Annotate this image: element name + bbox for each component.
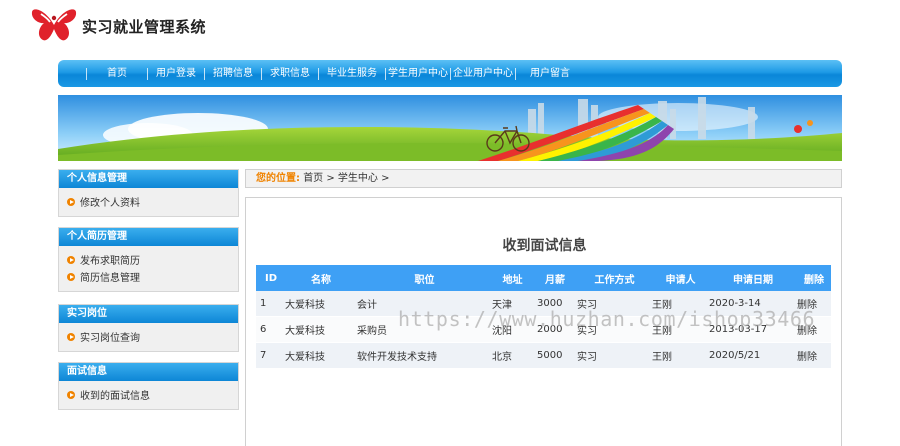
column-header: 地址 xyxy=(502,274,523,286)
arrow-bullet-icon xyxy=(67,255,75,264)
nav-company-center[interactable]: 企业用户中心 xyxy=(451,60,515,87)
sidebar-section-title: 个人信息管理 xyxy=(59,170,238,188)
sidebar-section-title: 个人简历管理 xyxy=(59,228,238,246)
sidebar-section-title: 实习岗位 xyxy=(59,305,238,323)
page-title: 收到面试信息 xyxy=(502,238,587,254)
sidebar-link-label: 收到的面试信息 xyxy=(80,391,150,402)
nav-recruitment[interactable]: 招聘信息 xyxy=(205,60,261,87)
column-header: 工作方式 xyxy=(594,274,635,286)
sidebar-link-post-resume[interactable]: 发布求职简历 xyxy=(67,251,238,268)
nav-graduate-service[interactable]: 毕业生服务 xyxy=(319,60,385,87)
cell-apply-date: 2013-03-17 xyxy=(709,324,768,335)
cell-id: 7 xyxy=(260,350,267,361)
delete-link[interactable]: 删除 xyxy=(797,296,831,311)
nav-login[interactable]: 用户登录 xyxy=(148,60,204,87)
cell-address: 沈阳 xyxy=(492,326,512,337)
cell-work-type: 实习 xyxy=(577,300,597,311)
cell-applicant: 王刚 xyxy=(652,300,672,311)
cell-applicant: 王刚 xyxy=(652,352,672,363)
table-header: ID 名称 职位 地址 月薪 工作方式 申请人 申请日期 删除 xyxy=(256,265,831,291)
site-logo-icon xyxy=(31,9,77,41)
column-header: ID xyxy=(265,272,278,284)
cell-position: 会计 xyxy=(357,300,377,311)
cell-position: 采购员 xyxy=(357,326,387,337)
column-header: 月薪 xyxy=(545,274,565,286)
main-content: 收到面试信息 ID 名称 职位 地址 月薪 工作方式 申请人 申请日期 删除 1… xyxy=(245,197,842,446)
sidebar-link-received-interviews[interactable]: 收到的面试信息 xyxy=(67,386,238,403)
nav-job-seeking[interactable]: 求职信息 xyxy=(262,60,318,87)
sidebar-link-label: 发布求职简历 xyxy=(80,256,140,267)
column-header: 职位 xyxy=(414,274,435,286)
cell-salary: 3000 xyxy=(537,298,563,309)
arrow-bullet-icon xyxy=(67,332,75,341)
arrow-bullet-icon xyxy=(67,272,75,281)
nav-home[interactable]: 首页 xyxy=(87,60,147,87)
column-header: 申请人 xyxy=(665,274,696,286)
sidebar-link-manage-resume[interactable]: 简历信息管理 xyxy=(67,268,238,285)
sidebar-section-resume: 个人简历管理 发布求职简历 简历信息管理 xyxy=(58,227,239,292)
delete-link[interactable]: 删除 xyxy=(797,322,831,337)
sidebar-section-title: 面试信息 xyxy=(59,363,238,381)
cell-apply-date: 2020-3-14 xyxy=(709,298,761,309)
sidebar-section-internship: 实习岗位 实习岗位查询 xyxy=(58,304,239,352)
cell-company: 大爱科技 xyxy=(285,326,325,337)
delete-link[interactable]: 删除 xyxy=(797,348,831,363)
main-nav: 首页 用户登录 招聘信息 求职信息 毕业生服务 学生用户中心 企业用户中心 用户… xyxy=(58,60,842,87)
table-row: 6 大爱科技 采购员 沈阳 2000 实习 王刚 2013-03-17 删除 xyxy=(256,317,831,343)
nav-messages[interactable]: 用户留言 xyxy=(516,60,584,87)
cell-apply-date: 2020/5/21 xyxy=(709,350,761,361)
nav-student-center[interactable]: 学生用户中心 xyxy=(386,60,450,87)
interview-table: ID 名称 职位 地址 月薪 工作方式 申请人 申请日期 删除 1 大爱科技 会… xyxy=(256,265,831,369)
sidebar-section-profile: 个人信息管理 修改个人资料 xyxy=(58,169,239,217)
column-header: 删除 xyxy=(804,274,824,286)
breadcrumb: 您的位置: 首页 > 学生中心 > xyxy=(245,169,842,188)
cell-id: 6 xyxy=(260,324,267,335)
cell-work-type: 实习 xyxy=(577,352,597,363)
sidebar-link-internship-search[interactable]: 实习岗位查询 xyxy=(67,328,238,345)
breadcrumb-path: 首页 > 学生中心 > xyxy=(303,173,390,184)
table-row: 7 大爱科技 软件开发技术支持 北京 5000 实习 王刚 2020/5/21 … xyxy=(256,343,831,369)
column-header: 申请日期 xyxy=(733,274,773,286)
cell-id: 1 xyxy=(260,298,267,309)
sidebar-link-label: 实习岗位查询 xyxy=(80,333,140,344)
cell-company: 大爱科技 xyxy=(285,352,325,363)
cell-salary: 2000 xyxy=(537,324,563,335)
banner-image xyxy=(58,95,842,161)
site-title: 实习就业管理系统 xyxy=(82,18,207,36)
cell-position: 软件开发技术支持 xyxy=(357,352,437,363)
breadcrumb-label: 您的位置: xyxy=(256,173,300,184)
arrow-bullet-icon xyxy=(67,390,75,399)
sidebar-link-edit-profile[interactable]: 修改个人资料 xyxy=(67,193,238,210)
column-header: 名称 xyxy=(311,274,331,286)
table-row: 1 大爱科技 会计 天津 3000 实习 王刚 2020-3-14 删除 xyxy=(256,291,831,317)
cell-address: 天津 xyxy=(492,300,512,311)
cell-applicant: 王刚 xyxy=(652,326,672,337)
cell-address: 北京 xyxy=(492,352,512,363)
cell-salary: 5000 xyxy=(537,350,563,361)
cell-company: 大爱科技 xyxy=(285,300,325,311)
cell-work-type: 实习 xyxy=(577,326,597,337)
sidebar-link-label: 简历信息管理 xyxy=(80,273,140,284)
arrow-bullet-icon xyxy=(67,197,75,206)
sidebar-section-interview: 面试信息 收到的面试信息 xyxy=(58,362,239,410)
sidebar-link-label: 修改个人资料 xyxy=(80,198,140,209)
